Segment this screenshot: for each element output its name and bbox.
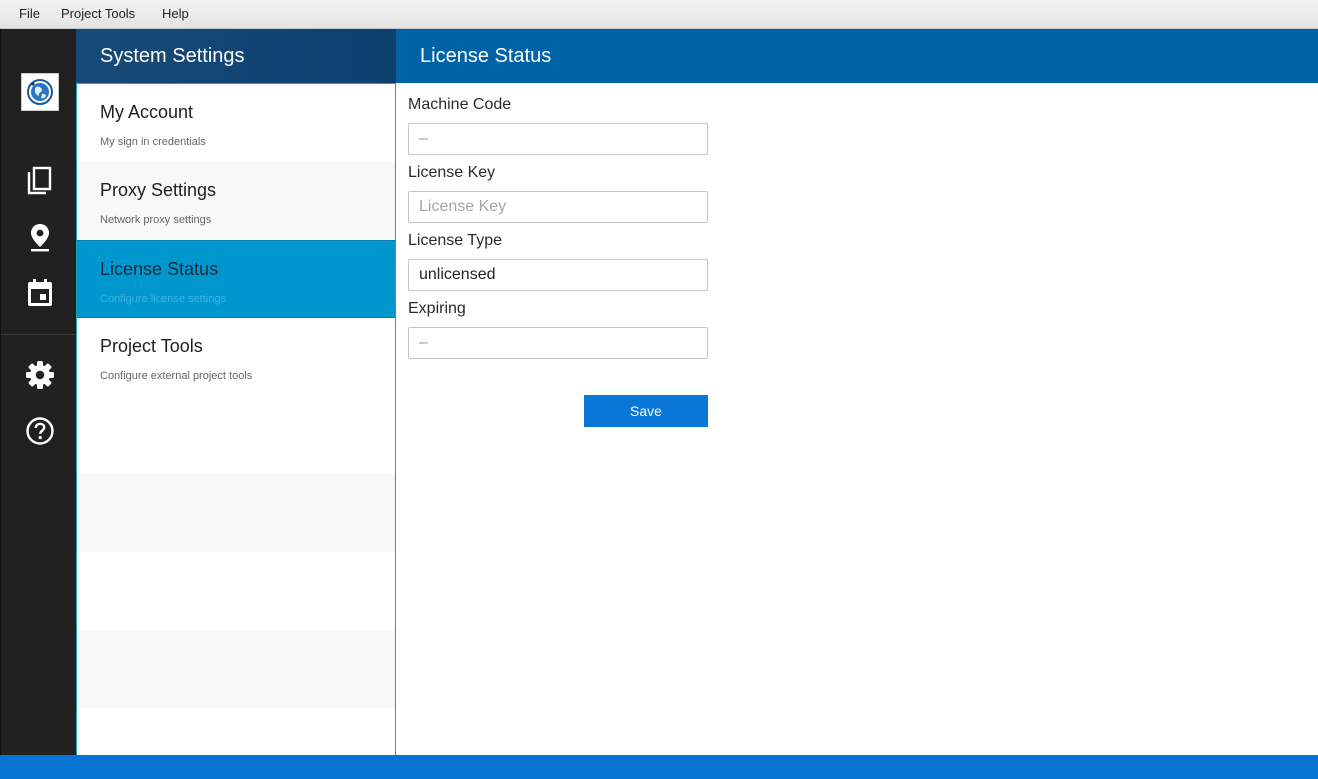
settings-item-title: Proxy Settings — [100, 180, 217, 200]
machine-code-field[interactable] — [408, 123, 708, 155]
expiring-field[interactable] — [408, 327, 708, 359]
settings-item-license-status[interactable]: License Status Configure license setting… — [77, 240, 395, 318]
settings-item-title: License Status — [100, 259, 219, 279]
settings-item-subtitle: My sign in credentials — [100, 136, 206, 148]
settings-empty-row — [77, 474, 395, 552]
left-rail — [0, 29, 77, 755]
settings-item-my-account[interactable]: My Account My sign in credentials — [77, 84, 395, 162]
copy-icon[interactable] — [25, 166, 55, 196]
expiring-label: Expiring — [408, 300, 466, 317]
rail-divider — [1, 334, 77, 335]
license-form: Machine Code License Key License Type Ex… — [396, 83, 1318, 755]
menu-project-tools[interactable]: Project Tools — [61, 6, 135, 21]
license-key-label: License Key — [408, 164, 496, 181]
settings-empty-row — [77, 552, 395, 630]
menu-help[interactable]: Help — [162, 6, 189, 21]
license-type-label: License Type — [408, 232, 502, 249]
machine-code-label: Machine Code — [408, 96, 512, 113]
menu-bar: File Project Tools Help — [0, 0, 1318, 29]
settings-item-title: My Account — [100, 102, 194, 122]
license-type-field[interactable] — [408, 259, 708, 291]
settings-list: My Account My sign in credentials Proxy … — [76, 83, 396, 755]
settings-item-project-tools[interactable]: Project Tools Configure external project… — [77, 318, 395, 396]
settings-item-subtitle: Configure external project tools — [100, 370, 253, 382]
globe-logo-icon[interactable] — [21, 73, 59, 111]
main-header: License Status — [396, 29, 1318, 83]
settings-empty-row — [77, 396, 395, 474]
settings-item-subtitle: Configure license settings — [100, 293, 226, 305]
settings-empty-row — [77, 630, 395, 708]
save-button[interactable]: Save — [584, 395, 708, 427]
calendar-icon[interactable] — [25, 278, 55, 308]
settings-header: System Settings — [76, 29, 396, 83]
help-circle-icon[interactable] — [25, 416, 55, 446]
bottom-status-bar — [0, 755, 1318, 779]
settings-item-proxy-settings[interactable]: Proxy Settings Network proxy settings — [77, 162, 395, 240]
settings-item-title: Project Tools — [100, 336, 203, 356]
page-title: License Status — [420, 45, 552, 67]
menu-file[interactable]: File — [19, 6, 40, 21]
settings-title: System Settings — [100, 45, 245, 67]
settings-item-subtitle: Network proxy settings — [100, 214, 212, 226]
license-key-field[interactable] — [408, 191, 708, 223]
location-pin-icon[interactable] — [25, 222, 55, 252]
gear-icon[interactable] — [25, 360, 55, 390]
